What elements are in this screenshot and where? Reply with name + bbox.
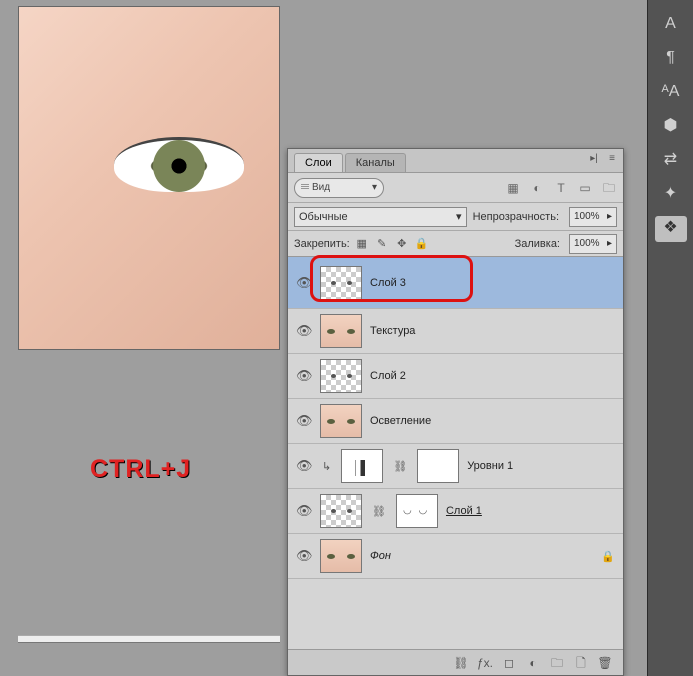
visibility-eye-icon[interactable]: 👁	[296, 368, 312, 384]
visibility-eye-icon[interactable]: 👁	[296, 503, 312, 519]
layer-thumbnail[interactable]	[341, 449, 383, 483]
lock-trans-icon[interactable]: ▦	[355, 237, 369, 251]
panel-footer: ⛓ ƒx. ◻ ◐ 🗀 🗋 🗑	[288, 649, 623, 675]
type-filter-icon[interactable]: T	[553, 180, 569, 196]
panel-menu-icon[interactable]: ≡	[605, 153, 619, 167]
visibility-eye-icon[interactable]: 👁	[296, 458, 312, 474]
layer-thumbnail[interactable]	[320, 266, 362, 300]
canvas-image[interactable]	[18, 6, 280, 350]
visibility-eye-icon[interactable]: 👁	[296, 323, 312, 339]
smart-filter-icon[interactable]: 🗀	[601, 180, 617, 196]
layers-list: 👁 Слой 3 👁 Текстура 👁 Слой 2 👁 Осветление 👁 ↳ ⛓ Уро…	[288, 257, 623, 649]
opacity-value: 100%	[574, 211, 600, 222]
layer-thumbnail[interactable]	[320, 314, 362, 348]
visibility-eye-icon[interactable]: 👁	[296, 413, 312, 429]
mask-thumbnail[interactable]	[396, 494, 438, 528]
caret-icon: ▸	[607, 211, 612, 222]
wand-icon[interactable]: ✦	[657, 182, 685, 208]
adjust-filter-icon[interactable]: ◐	[529, 180, 545, 196]
layer-thumbnail[interactable]	[320, 359, 362, 393]
visibility-eye-icon[interactable]: 👁	[296, 548, 312, 564]
chevron-down-icon: ▾	[456, 210, 462, 223]
trash-icon[interactable]: 🗑	[597, 655, 613, 671]
eye-graphic	[114, 137, 244, 192]
visibility-eye-icon[interactable]: 👁	[296, 275, 312, 291]
filter-kind-select[interactable]: 𝄘 Вид ▾	[294, 178, 384, 198]
fill-input[interactable]: 100% ▸	[569, 234, 617, 254]
fill-value: 100%	[574, 238, 600, 249]
layer-row[interactable]: 👁 Фон 🔒	[288, 534, 623, 579]
filter-kind-label: Вид	[312, 182, 330, 193]
opacity-label: Непрозрачность:	[473, 211, 559, 223]
adjustment-indent-icon: ↳	[322, 460, 331, 473]
shortcut-annotation: CTRL+J	[90, 455, 191, 484]
layer-name-label[interactable]: Осветление	[370, 415, 431, 427]
lock-brush-icon[interactable]: ✎	[375, 237, 389, 251]
lock-icon: 🔒	[601, 550, 615, 563]
char-style-icon[interactable]: ᴬA	[657, 80, 685, 106]
type-icon[interactable]: A	[657, 12, 685, 38]
lock-label: Закрепить:	[294, 238, 350, 250]
caret-icon: ▸	[607, 238, 612, 249]
tab-channels[interactable]: Каналы	[345, 153, 406, 172]
layer-name-label[interactable]: Уровни 1	[467, 460, 513, 472]
layer-row[interactable]: 👁 Слой 3	[288, 257, 623, 309]
paragraph-icon[interactable]: ¶	[657, 46, 685, 72]
link-icon[interactable]: ⛓	[372, 505, 386, 518]
layer-row[interactable]: 👁 ↳ ⛓ Уровни 1	[288, 444, 623, 489]
layer-name-label[interactable]: Текстура	[370, 325, 415, 337]
layer-row[interactable]: 👁 Осветление	[288, 399, 623, 444]
layer-row[interactable]: 👁 Текстура	[288, 309, 623, 354]
link-icon[interactable]: ⛓	[453, 655, 469, 671]
new-icon[interactable]: 🗋	[573, 655, 589, 671]
shape-filter-icon[interactable]: ▭	[577, 180, 593, 196]
blend-row: Обычные ▾ Непрозрачность: 100% ▸	[288, 203, 623, 231]
layer-row[interactable]: 👁 ⛓ Слой 1	[288, 489, 623, 534]
canvas-edge	[18, 635, 280, 643]
layer-thumbnail[interactable]	[320, 494, 362, 528]
link-icon[interactable]: ⛓	[393, 460, 407, 473]
panel-tabs: Слои Каналы ▸| ≡	[288, 149, 623, 173]
mask-thumbnail[interactable]	[417, 449, 459, 483]
filter-row: 𝄘 Вид ▾ ▦ ◐ T ▭ 🗀	[288, 173, 623, 203]
collapse-icon[interactable]: ▸|	[587, 153, 601, 167]
lock-all-icon[interactable]: 🔒	[415, 237, 429, 251]
layer-thumbnail[interactable]	[320, 404, 362, 438]
layer-name-label[interactable]: Слой 1	[446, 505, 482, 517]
adjust-icon[interactable]: ◐	[525, 655, 541, 671]
opacity-input[interactable]: 100% ▸	[569, 207, 617, 227]
layers-panel: Слои Каналы ▸| ≡ 𝄘 Вид ▾ ▦ ◐ T ▭ 🗀 Обычные ▾…	[287, 148, 624, 676]
blend-mode-select[interactable]: Обычные ▾	[294, 207, 467, 227]
layer-name-label[interactable]: Фон	[370, 550, 391, 562]
canvas-area: CTRL+J	[0, 0, 283, 676]
fx-icon[interactable]: ƒx.	[477, 655, 493, 671]
layer-name-label[interactable]: Слой 2	[370, 370, 406, 382]
panel-dock: A ¶ ᴬA ⬢ ⇄ ✦ ❖	[647, 0, 693, 676]
pixel-filter-icon[interactable]: ▦	[505, 180, 521, 196]
group-icon[interactable]: 🗀	[549, 655, 565, 671]
cube-icon[interactable]: ⬢	[657, 114, 685, 140]
mask-icon[interactable]: ◻	[501, 655, 517, 671]
lock-row: Закрепить: ▦ ✎ ✥ 🔒 Заливка: 100% ▸	[288, 231, 623, 257]
blend-mode-value: Обычные	[299, 211, 348, 223]
fill-label: Заливка:	[515, 238, 560, 250]
tab-layers[interactable]: Слои	[294, 153, 343, 172]
layer-name-label[interactable]: Слой 3	[370, 277, 406, 289]
layers-icon[interactable]: ❖	[655, 216, 687, 242]
layer-row[interactable]: 👁 Слой 2	[288, 354, 623, 399]
swap-icon[interactable]: ⇄	[657, 148, 685, 174]
chevron-down-icon: ▾	[372, 182, 377, 193]
search-icon: 𝄘	[301, 182, 309, 193]
lock-move-icon[interactable]: ✥	[395, 237, 409, 251]
layer-thumbnail[interactable]	[320, 539, 362, 573]
